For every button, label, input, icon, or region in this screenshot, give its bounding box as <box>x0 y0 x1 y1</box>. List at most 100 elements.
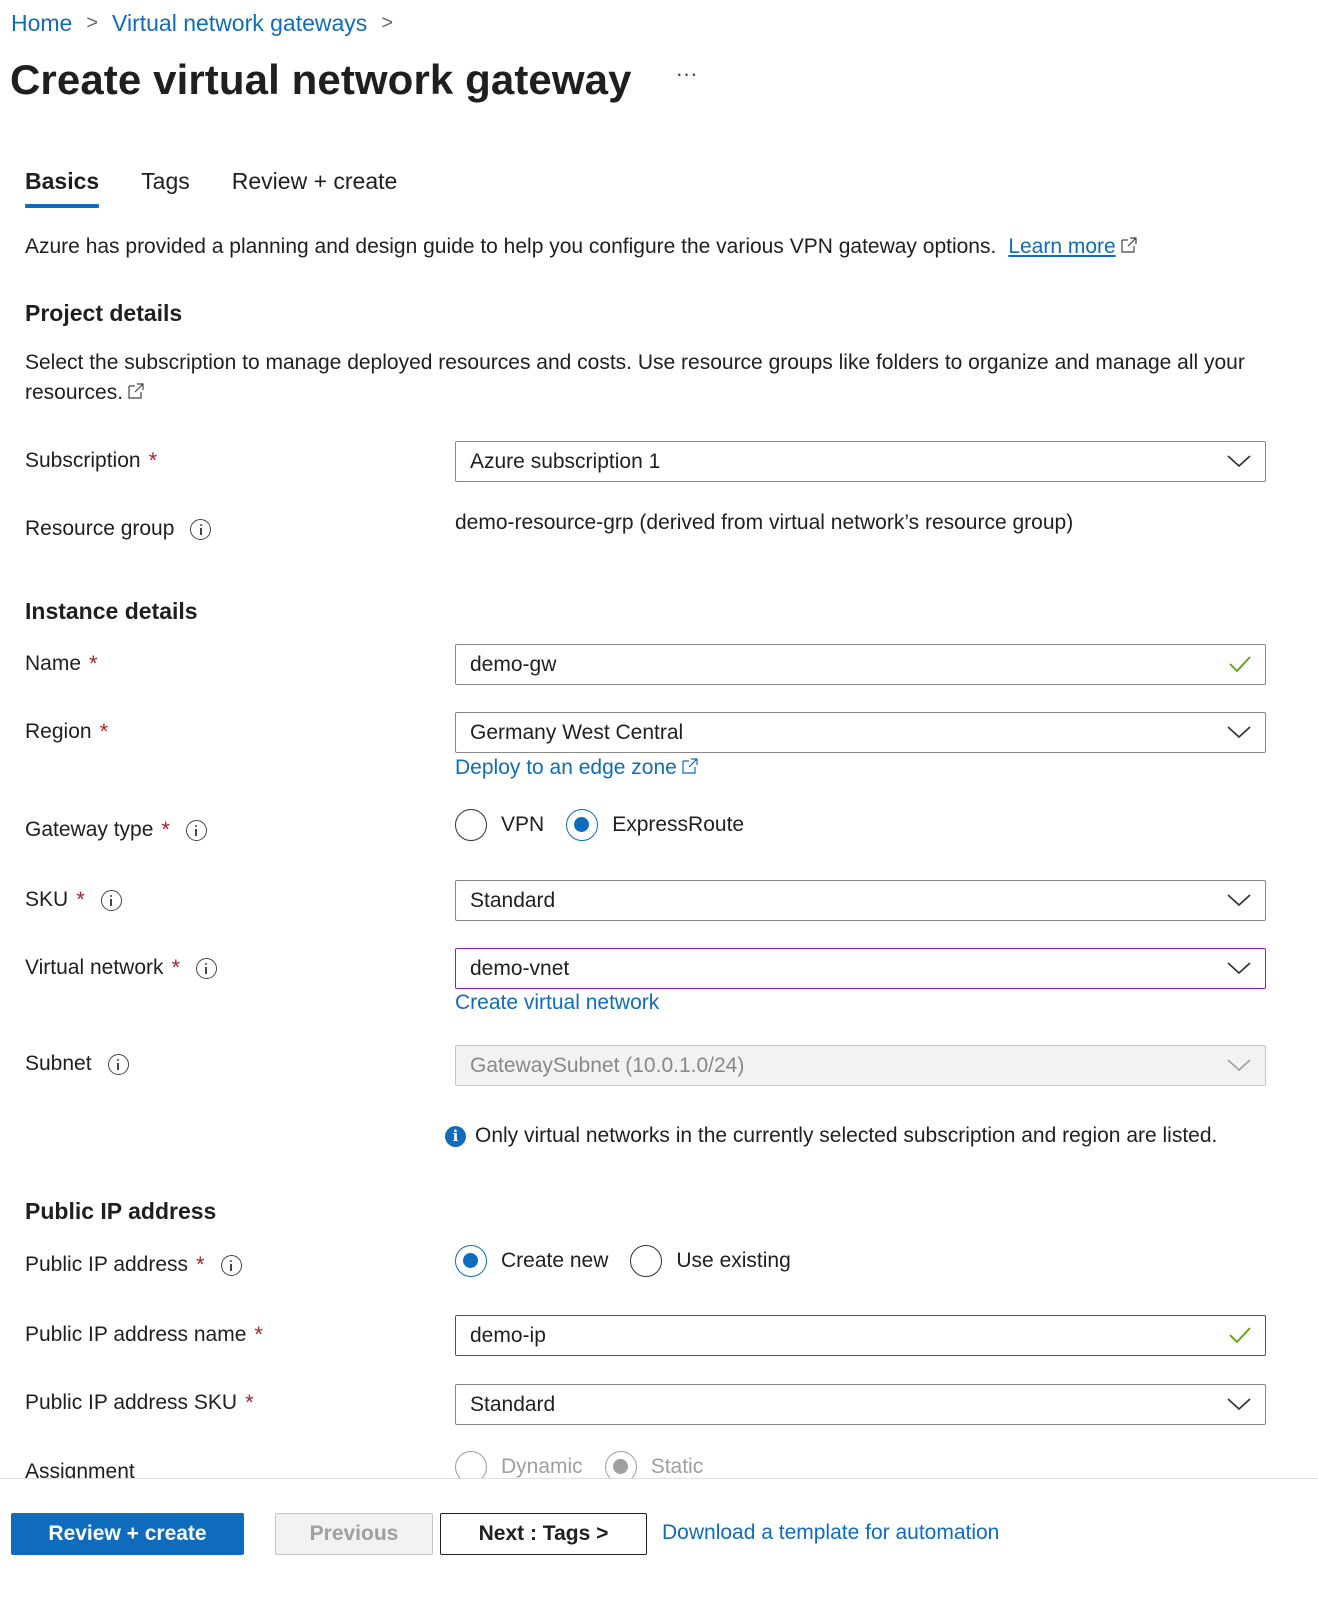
region-label: Region * <box>25 719 108 745</box>
sku-value: Standard <box>470 888 556 912</box>
radio-label: Dynamic <box>501 1455 583 1478</box>
title-row: Create virtual network gateway ··· <box>10 56 698 104</box>
public-ip-address-label: Public IP address * <box>25 1252 242 1278</box>
create-virtual-network-link[interactable]: Create virtual network <box>455 991 659 1015</box>
required-asterisk: * <box>245 1390 254 1415</box>
project-details-heading: Project details <box>25 300 183 326</box>
label-text: Resource group <box>25 517 175 540</box>
info-note: i Only virtual networks in the currently… <box>445 1124 1217 1148</box>
chevron-down-icon <box>1227 1059 1251 1072</box>
radio-circle <box>455 1245 487 1277</box>
intro-text: Azure has provided a planning and design… <box>25 235 1138 259</box>
next-tags-button[interactable]: Next : Tags > <box>440 1513 647 1555</box>
label-text: Name <box>25 652 82 675</box>
tab-tags[interactable]: Tags <box>141 168 190 205</box>
radio-dynamic: Dynamic <box>455 1451 583 1478</box>
subnet-dropdown: GatewaySubnet (10.0.1.0/24) <box>455 1045 1266 1086</box>
breadcrumb: Home > Virtual network gateways > <box>11 10 407 37</box>
required-asterisk: * <box>196 1252 205 1277</box>
page-title: Create virtual network gateway <box>10 56 632 103</box>
public-ip-sku-value: Standard <box>470 1392 556 1416</box>
radio-vpn[interactable]: VPN <box>455 809 544 841</box>
name-input[interactable]: demo-gw <box>455 644 1266 685</box>
chevron-down-icon <box>1227 894 1251 907</box>
instance-details-heading: Instance details <box>25 598 198 624</box>
previous-button: Previous <box>275 1513 433 1555</box>
label-text: SKU <box>25 888 69 911</box>
label-text: Gateway type <box>25 818 154 841</box>
breadcrumb-home[interactable]: Home <box>11 10 72 37</box>
radio-circle <box>630 1245 663 1277</box>
public-ip-heading: Public IP address <box>25 1198 217 1224</box>
required-asterisk: * <box>148 448 158 473</box>
virtual-network-label: Virtual network * <box>25 955 218 981</box>
checkmark-icon <box>1229 656 1251 673</box>
radio-expressroute[interactable]: ExpressRoute <box>566 809 744 841</box>
radio-label: Static <box>650 1455 704 1478</box>
gateway-type-radio-group: VPN ExpressRoute <box>455 809 766 841</box>
virtual-network-dropdown[interactable]: demo-vnet <box>455 948 1266 989</box>
required-asterisk: * <box>89 651 98 676</box>
download-template-link[interactable]: Download a template for automation <box>662 1521 999 1545</box>
info-icon[interactable] <box>196 957 218 979</box>
chevron-right-icon: > <box>381 12 393 34</box>
radio-circle <box>566 809 599 841</box>
info-icon[interactable] <box>185 819 207 841</box>
label-text: Public IP address SKU <box>25 1391 238 1414</box>
external-link-icon <box>1121 237 1137 253</box>
region-dropdown[interactable]: Germany West Central <box>455 712 1266 753</box>
public-ip-sku-label: Public IP address SKU * <box>25 1390 254 1416</box>
radio-label: VPN <box>501 813 545 836</box>
tab-basics[interactable]: Basics <box>25 168 100 208</box>
radio-circle <box>455 809 487 841</box>
note-text: Only virtual networks in the currently s… <box>475 1124 1218 1147</box>
public-ip-sku-dropdown[interactable]: Standard <box>455 1384 1266 1425</box>
public-ip-name-input[interactable]: demo-ip <box>455 1315 1266 1356</box>
radio-circle <box>455 1451 487 1478</box>
sku-dropdown[interactable]: Standard <box>455 880 1266 921</box>
link-text: Deploy to an edge zone <box>455 756 677 779</box>
tab-review-create[interactable]: Review + create <box>232 168 398 205</box>
radio-create-new[interactable]: Create new <box>455 1245 608 1277</box>
resource-group-label: Resource group <box>25 517 212 541</box>
radio-label: ExpressRoute <box>612 813 745 836</box>
info-filled-icon: i <box>445 1125 466 1147</box>
chevron-down-icon <box>1227 455 1251 468</box>
project-details-description: Select the subscription to manage deploy… <box>25 348 1285 408</box>
radio-circle <box>604 1451 637 1478</box>
label-text: Subnet <box>25 1052 92 1075</box>
more-options-button[interactable]: ··· <box>676 61 698 87</box>
deploy-edge-zone-link[interactable]: Deploy to an edge zone <box>455 756 699 780</box>
radio-label: Create new <box>501 1249 609 1272</box>
checkmark-icon <box>1229 1327 1251 1344</box>
external-link-icon <box>682 758 698 774</box>
breadcrumb-virtual-network-gateways[interactable]: Virtual network gateways <box>112 10 367 37</box>
radio-use-existing[interactable]: Use existing <box>630 1245 791 1277</box>
chevron-down-icon <box>1227 962 1251 975</box>
required-asterisk: * <box>161 817 170 842</box>
required-asterisk: * <box>76 887 85 912</box>
gateway-type-label: Gateway type * <box>25 817 207 843</box>
required-asterisk: * <box>171 955 181 980</box>
info-icon[interactable] <box>107 1053 129 1075</box>
info-icon[interactable] <box>100 889 122 911</box>
subnet-value: GatewaySubnet (10.0.1.0/24) <box>470 1053 745 1077</box>
subscription-dropdown[interactable]: Azure subscription 1 <box>455 441 1266 482</box>
external-link-icon[interactable] <box>127 382 145 400</box>
public-ip-name-value: demo-ip <box>470 1323 546 1347</box>
subnet-label: Subnet <box>25 1052 129 1076</box>
name-value: demo-gw <box>470 652 557 676</box>
info-icon[interactable] <box>190 518 212 540</box>
assignment-radio-group: Dynamic Static <box>455 1451 725 1478</box>
resource-group-value: demo-resource-grp (derived from virtual … <box>455 511 1074 534</box>
intro-message: Azure has provided a planning and design… <box>25 235 997 258</box>
assignment-row: Assignment Dynamic Static <box>0 1440 1318 1478</box>
region-value: Germany West Central <box>470 720 684 744</box>
review-create-button[interactable]: Review + create <box>11 1513 244 1555</box>
name-label: Name * <box>25 651 98 677</box>
learn-more-link[interactable]: Learn more <box>1008 235 1115 258</box>
subscription-value: Azure subscription 1 <box>470 449 661 473</box>
label-text: Public IP address <box>25 1253 189 1276</box>
info-icon[interactable] <box>220 1254 242 1276</box>
public-ip-radio-group: Create new Use existing <box>455 1245 813 1277</box>
